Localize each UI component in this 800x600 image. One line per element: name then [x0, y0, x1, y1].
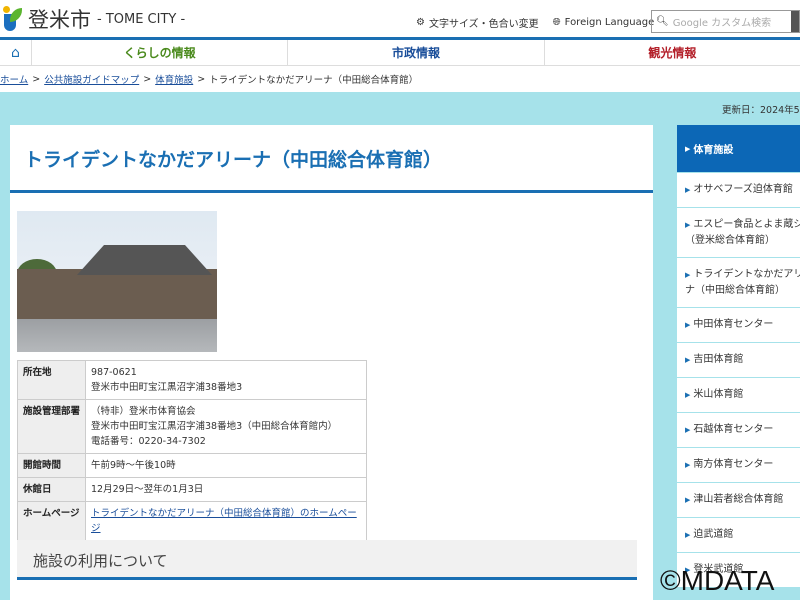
arrow-icon: ▶	[685, 321, 691, 329]
arrow-icon: ▶	[685, 496, 691, 504]
foreign-language-link[interactable]: 🌐︎ Foreign Language	[553, 15, 655, 30]
breadcrumb: ホーム > 公共施設ガイドマップ > 体育施設 > トライデントなかだアリーナ（中田総…	[0, 72, 419, 87]
sidebar-item[interactable]: ▶ 中田体育センター	[677, 307, 800, 342]
search-input[interactable]: 🔍︎ Google カスタム検索	[651, 10, 800, 33]
sidebar-item-label: エスピー食品とよま蔵ジム（登米総合体育館）	[685, 219, 800, 246]
page-title: トライデントなかだアリーナ（中田総合体育館）	[24, 149, 443, 171]
breadcrumb-sports[interactable]: 体育施設	[155, 72, 193, 86]
arrow-icon: ▶	[685, 271, 691, 279]
breadcrumb-guide-map[interactable]: 公共施設ガイドマップ	[44, 72, 139, 86]
row-label: ホームページ	[17, 501, 86, 541]
arrow-icon: ▶	[685, 461, 691, 469]
sidebar-item[interactable]: ▶ 津山若者総合体育館	[677, 482, 800, 517]
arrow-icon: ▶	[685, 531, 691, 539]
sidebar-item-label: 中田体育センター	[693, 319, 774, 330]
sidebar-heading[interactable]: ▶ 体育施設	[677, 125, 800, 172]
row-value: 午前9時～午後10時	[85, 453, 367, 478]
nav-kanko[interactable]: 観光情報	[545, 40, 800, 65]
sidebar-item[interactable]: ▶ 米山体育館	[677, 377, 800, 412]
sidebar-item-label: 南方体育センター	[693, 459, 774, 470]
sidebar: ▶体育施設 ▶オサベフーズ迫体育館▶エスピー食品とよま蔵ジム（登米総合体育館）▶…	[677, 125, 800, 587]
sidebar-item-label: 石越体育センター	[693, 424, 774, 435]
table-row: 開館時間 午前9時～午後10時	[17, 453, 367, 478]
search-button[interactable]	[791, 11, 799, 32]
sidebar-item-label: オサベフーズ迫体育館	[693, 184, 793, 195]
table-row: 施設管理部署 （特非）登米市体育協会 登米市中田町宝江黒沼字浦38番地3（中田総合体…	[17, 399, 367, 454]
global-nav: ⌂ くらしの情報 市政情報 観光情報	[0, 37, 800, 66]
sidebar-item[interactable]: ▶ 南方体育センター	[677, 447, 800, 482]
text-size-link[interactable]: ⚙ 文字サイズ・色合い変更	[416, 15, 539, 30]
city-logo-icon	[2, 6, 24, 32]
table-row: ホームページ トライデントなかだアリーナ（中田総合体育館）のホームページ	[17, 501, 367, 541]
section-heading: 施設の利用について	[17, 540, 637, 580]
sidebar-heading-label: 体育施設	[693, 145, 734, 156]
sidebar-item[interactable]: ▶ 石越体育センター	[677, 412, 800, 447]
row-label: 休館日	[17, 477, 86, 502]
sidebar-item-label: トライデントなかだアリーナ（中田総合体育館）	[685, 269, 800, 296]
search-placeholder: Google カスタム検索	[672, 18, 772, 29]
row-value: トライデントなかだアリーナ（中田総合体育館）のホームページ	[85, 501, 367, 541]
row-value: 12月29日～翌年の1月3日	[85, 477, 367, 502]
sidebar-item-label: 米山体育館	[693, 389, 744, 400]
sidebar-item-label: 吉田体育館	[693, 354, 744, 365]
arrow-icon: ▶	[685, 186, 691, 194]
site-name: 登米市	[28, 8, 91, 32]
arrow-icon: ▶	[685, 391, 691, 399]
site-subtitle: - TOME CITY -	[97, 11, 186, 27]
sidebar-item[interactable]: ▶ 吉田体育館	[677, 342, 800, 377]
home-icon[interactable]: ⌂	[0, 40, 32, 65]
arrow-icon: ▶	[685, 221, 691, 229]
globe-icon: 🌐︎	[552, 17, 561, 28]
row-value: （特非）登米市体育協会 登米市中田町宝江黒沼字浦38番地3（中田総合体育館内） 電話…	[85, 399, 367, 454]
breadcrumb-home[interactable]: ホーム	[0, 72, 28, 86]
site-logo[interactable]: 登米市 - TOME CITY -	[2, 4, 185, 34]
sidebar-item-label: 津山若者総合体育館	[693, 494, 784, 505]
row-value: 987-0621 登米市中田町宝江黒沼字浦38番地3	[85, 360, 367, 400]
foreign-language-label: Foreign Language	[564, 17, 655, 28]
table-row: 所在地 987-0621 登米市中田町宝江黒沼字浦38番地3	[17, 360, 367, 400]
arrow-icon: ▶	[685, 144, 691, 153]
facility-info-table: 所在地 987-0621 登米市中田町宝江黒沼字浦38番地3 施設管理部署 （特非）登…	[17, 360, 367, 541]
sidebar-item[interactable]: ▶エスピー食品とよま蔵ジム（登米総合体育館）	[677, 207, 800, 257]
sidebar-item[interactable]: ▶ オサベフーズ迫体育館	[677, 172, 800, 207]
sidebar-item-label: 迫武道館	[693, 529, 734, 540]
homepage-link[interactable]: トライデントなかだアリーナ（中田総合体育館）	[91, 508, 300, 519]
watermark: ©MDATA	[660, 565, 775, 596]
nav-kurashi[interactable]: くらしの情報	[32, 40, 289, 65]
arrow-icon: ▶	[685, 356, 691, 364]
row-label: 開館時間	[17, 453, 86, 478]
page-title-box: トライデントなかだアリーナ（中田総合体育館）	[10, 125, 653, 193]
row-label: 施設管理部署	[17, 399, 86, 454]
nav-shisei[interactable]: 市政情報	[288, 40, 545, 65]
breadcrumb-current: トライデントなかだアリーナ（中田総合体育館）	[209, 75, 419, 86]
arrow-icon: ▶	[685, 426, 691, 434]
text-size-label: 文字サイズ・色合い変更	[428, 19, 539, 30]
table-row: 休館日 12月29日～翌年の1月3日	[17, 477, 367, 502]
header: 登米市 - TOME CITY - ⚙ 文字サイズ・色合い変更 🌐︎ Foreign…	[0, 0, 800, 37]
gear-icon: ⚙	[416, 17, 425, 28]
sidebar-item[interactable]: ▶ 迫武道館	[677, 517, 800, 552]
sidebar-item[interactable]: ▶トライデントなかだアリーナ（中田総合体育館）	[677, 257, 800, 307]
row-label: 所在地	[17, 360, 86, 400]
main-content: トライデントなかだアリーナ（中田総合体育館） 所在地 987-0621 登米市中田町…	[10, 125, 653, 600]
updated-date: 更新日：2024年5月	[722, 105, 800, 116]
search-icon: 🔍︎	[656, 16, 669, 27]
facility-photo	[17, 211, 217, 352]
